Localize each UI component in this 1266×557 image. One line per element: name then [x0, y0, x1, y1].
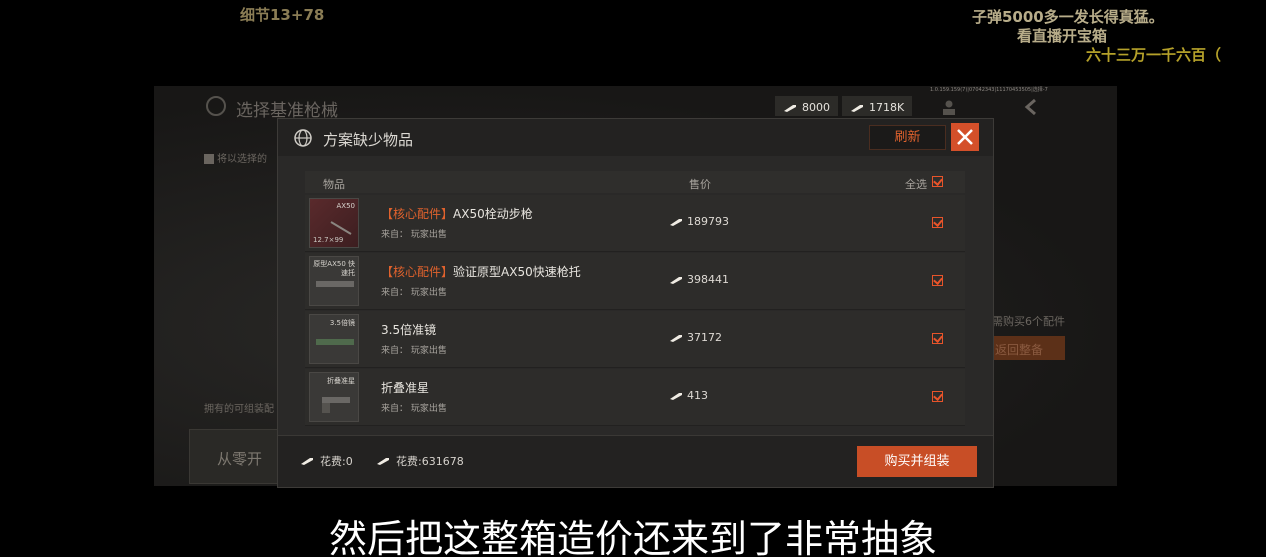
item-name-text: AX50栓动步枪 — [453, 207, 533, 221]
item-name-text: 折叠准星 — [381, 381, 430, 395]
item-thumbnail: AX50 12.7×99 — [309, 198, 359, 248]
stream-frame: 细节13+78 子弹5000多一发长得真猛。 看直播开宝箱 六十三万一千六百（ … — [0, 0, 1266, 557]
column-price: 售价 — [689, 178, 711, 191]
dialog-header: 方案缺少物品 刷新 — [278, 119, 993, 156]
close-icon — [957, 129, 973, 145]
danmaku-comment: 看直播开宝箱 — [1017, 27, 1108, 45]
bullet-icon — [851, 104, 863, 112]
danmaku-comment: 六十三万一千六百（ — [1086, 46, 1222, 64]
item-checkbox[interactable] — [932, 391, 943, 402]
info-icon — [204, 154, 214, 164]
list-item[interactable]: 折叠准星 折叠准星 来自： 玩家出售 413 — [305, 369, 965, 426]
bullet-icon — [377, 458, 389, 465]
cost-summary: 花费:0 — [300, 453, 353, 469]
globe-icon — [294, 129, 312, 147]
thumbnail-label: 原型AX50 快速托 — [313, 260, 355, 277]
item-checkbox[interactable] — [932, 333, 943, 344]
list-item[interactable]: 原型AX50 快速托 【核心配件】验证原型AX50快速枪托 来自： 玩家出售 3… — [305, 253, 965, 310]
cost-value: 花费:631678 — [396, 455, 464, 468]
currency-value: 8000 — [802, 101, 830, 114]
core-part-tag: 【核心配件】 — [381, 265, 454, 279]
item-source: 来自： 玩家出售 — [381, 404, 447, 414]
bullet-icon — [670, 276, 682, 284]
close-button[interactable] — [951, 123, 979, 151]
overlay-top-left-text: 细节13+78 — [240, 6, 325, 24]
item-checkbox[interactable] — [932, 275, 943, 286]
missing-items-dialog: 方案缺少物品 刷新 物品 售价 全选 AX50 12.7×99 【核心配件】AX… — [277, 118, 994, 488]
item-price-value: 413 — [687, 389, 708, 402]
item-price-value: 37172 — [687, 331, 722, 344]
thumbnail-caliber: 12.7×99 — [313, 236, 344, 244]
item-name: 【核心配件】AX50栓动步枪 — [381, 205, 533, 222]
item-thumbnail: 原型AX50 快速托 — [309, 256, 359, 306]
item-thumbnail: 折叠准星 — [309, 372, 359, 422]
background-hint: 将以选择的 — [204, 150, 267, 165]
item-name-text: 3.5倍准镜 — [381, 323, 437, 337]
cost-value: 花费:0 — [320, 455, 353, 468]
thumbnail-label: 3.5倍镜 — [329, 319, 355, 327]
item-price: 398441 — [669, 273, 729, 286]
list-header: 物品 售价 全选 — [305, 171, 965, 193]
background-hint-text: 将以选择的 — [217, 154, 267, 165]
dialog-title: 方案缺少物品 — [323, 131, 414, 149]
stock-image — [316, 281, 354, 287]
thumbnail-label: AX50 — [336, 202, 356, 210]
currency-bar: 8000 1718K — [775, 96, 913, 116]
bullet-icon — [670, 392, 682, 400]
scope-image — [316, 339, 354, 345]
item-name-text: 验证原型AX50快速枪托 — [453, 265, 581, 279]
background-return-button[interactable]: 返回整备 — [987, 336, 1065, 360]
build-info-text: 1.0.159.159(7)|07042343|11170453505|选择-7 — [930, 87, 1048, 93]
back-arrow-icon[interactable] — [1022, 98, 1040, 116]
select-all-checkbox[interactable] — [932, 176, 943, 187]
danmaku-comment: 子弹5000多一发长得真猛。 — [972, 8, 1164, 26]
missing-items-list: 物品 售价 全选 AX50 12.7×99 【核心配件】AX50栓动步枪 来自：… — [305, 171, 965, 433]
bullet-icon — [301, 458, 313, 465]
item-price: 413 — [669, 389, 708, 402]
column-item: 物品 — [323, 178, 345, 191]
weapon-logo-icon — [206, 96, 226, 116]
list-item[interactable]: AX50 12.7×99 【核心配件】AX50栓动步枪 来自： 玩家出售 189… — [305, 195, 965, 252]
bullet-icon — [670, 218, 682, 226]
item-name: 折叠准星 — [381, 379, 429, 396]
list-item[interactable]: 3.5倍镜 3.5倍准镜 来自： 玩家出售 37172 — [305, 311, 965, 368]
core-part-tag: 【核心配件】 — [381, 207, 454, 221]
rifle-icon — [330, 221, 352, 235]
background-buy-count: 需购买6个配件 — [992, 315, 1065, 328]
video-subtitle: 然后把这整箱造价还来到了非常抽象 — [328, 517, 937, 557]
item-name: 【核心配件】验证原型AX50快速枪托 — [381, 263, 581, 280]
sight-image-base — [322, 403, 330, 413]
currency-chip: 1718K — [842, 96, 913, 116]
currency-value: 1718K — [869, 101, 905, 114]
buy-and-assemble-button[interactable]: 购买并组装 — [857, 446, 977, 477]
item-price-value: 398441 — [687, 273, 729, 286]
item-thumbnail: 3.5倍镜 — [309, 314, 359, 364]
item-checkbox[interactable] — [932, 217, 943, 228]
currency-chip: 8000 — [775, 96, 838, 116]
item-name: 3.5倍准镜 — [381, 321, 436, 338]
cost-summary: 花费:631678 — [376, 453, 464, 469]
select-all-label: 全选 — [905, 178, 927, 191]
refresh-button[interactable]: 刷新 — [869, 125, 946, 150]
dialog-footer: 花费:0 花费:631678 购买并组装 — [278, 435, 993, 487]
item-price-value: 189793 — [687, 215, 729, 228]
bullet-icon — [670, 334, 682, 342]
bullet-icon — [784, 104, 796, 112]
thumbnail-label: 折叠准星 — [327, 377, 355, 385]
person-icon[interactable] — [940, 98, 958, 116]
item-source: 来自： 玩家出售 — [381, 346, 447, 356]
item-source: 来自： 玩家出售 — [381, 230, 447, 240]
background-owned-label: 拥有的可组装配 — [204, 404, 274, 415]
item-price: 189793 — [669, 215, 729, 228]
item-price: 37172 — [669, 331, 722, 344]
item-source: 来自： 玩家出售 — [381, 288, 447, 298]
